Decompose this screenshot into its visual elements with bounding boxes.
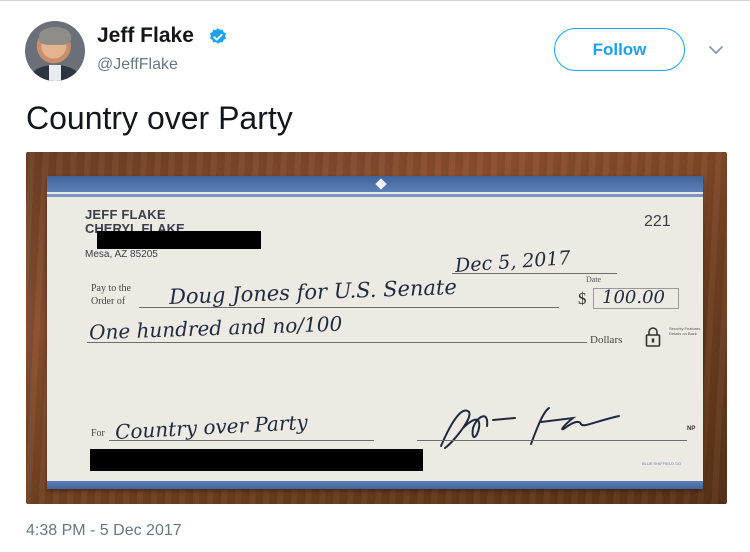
security-features-text: Security Features Details on Back — [669, 326, 701, 336]
words-line — [87, 342, 587, 343]
avatar-shirt — [49, 65, 61, 81]
pay-to-label: Pay to the — [91, 283, 131, 294]
check-top-band — [47, 176, 703, 192]
handwritten-signature — [440, 407, 620, 449]
lock-icon — [645, 327, 661, 347]
account-city: Mesa, AZ 85205 — [85, 249, 158, 260]
dollars-label: Dollars — [590, 334, 623, 346]
check-number: 221 — [644, 213, 671, 230]
verified-badge-icon — [210, 28, 226, 44]
check-memo: Country over Party — [114, 409, 309, 445]
band-diamond — [375, 178, 387, 190]
check-amount: 100.00 — [602, 287, 665, 308]
bank-check: JEFF FLAKE CHERYL FLAKE Mesa, AZ 85205 2… — [47, 176, 703, 489]
redaction-bar — [90, 449, 423, 471]
for-label: For — [91, 428, 105, 439]
payee-line — [139, 307, 559, 308]
signature-line — [417, 440, 687, 441]
tweet-text: Country over Party — [26, 100, 293, 136]
follow-button[interactable]: Follow — [554, 28, 685, 71]
date-label: Date — [586, 275, 602, 284]
account-name-1: JEFF FLAKE — [85, 207, 166, 222]
author-handle[interactable]: @JeffFlake — [97, 56, 178, 74]
top-border — [0, 0, 750, 1]
author-avatar[interactable] — [25, 21, 85, 81]
amount-words: One hundred and no/100 — [88, 311, 343, 345]
check-payee: Doug Jones for U.S. Senate — [168, 274, 458, 310]
author-name[interactable]: Jeff Flake — [97, 24, 194, 48]
printer-mark: BLUE SHIFFIELD CO — [642, 461, 682, 466]
redaction-bar — [97, 231, 261, 249]
check-band-stripe — [47, 194, 703, 197]
date-line — [452, 273, 617, 274]
memo-line — [109, 440, 374, 441]
order-of-label: Order of — [91, 296, 126, 307]
tweet-timestamp[interactable]: 4:38 PM - 5 Dec 2017 — [26, 522, 182, 540]
dollar-sign: $ — [578, 289, 587, 308]
tweet-photo[interactable]: JEFF FLAKE CHERYL FLAKE Mesa, AZ 85205 2… — [26, 152, 727, 504]
check-bottom-band — [47, 481, 703, 489]
avatar-hair — [39, 27, 71, 45]
chevron-down-icon[interactable] — [705, 39, 727, 61]
np-mark: NP — [687, 426, 696, 432]
